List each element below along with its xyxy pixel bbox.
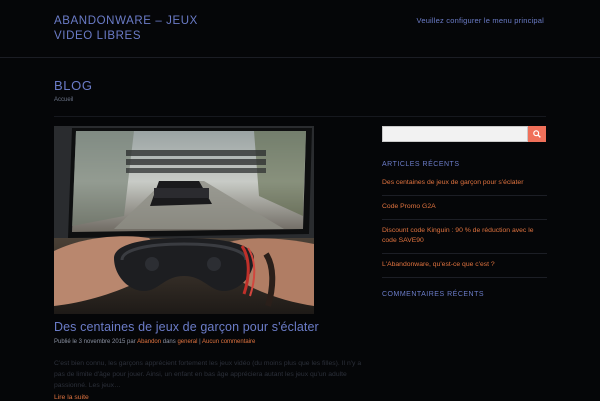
content-divider bbox=[54, 116, 546, 117]
recent-posts-list: Des centaines de jeux de garçon pour s'é… bbox=[382, 172, 547, 278]
featured-image[interactable] bbox=[54, 126, 314, 314]
post-excerpt: C'est bien connu, les garçons apprécient… bbox=[54, 360, 362, 389]
recent-comments-title: COMMENTAIRES RÉCENTS bbox=[382, 291, 485, 298]
featured-image-illustration bbox=[54, 126, 314, 314]
post-comments-link[interactable]: Aucun commentaire bbox=[202, 339, 255, 345]
list-item[interactable]: L'Abandonware, qu'est-ce que c'est ? bbox=[382, 254, 547, 278]
search-icon bbox=[533, 130, 541, 138]
post-meta: Publié le 3 novembre 2015 par Abandon da… bbox=[54, 339, 255, 345]
search-button[interactable] bbox=[528, 126, 546, 142]
header-divider bbox=[0, 57, 600, 58]
page-title: BLOG bbox=[54, 78, 93, 93]
post-date: Publié le 3 novembre 2015 par bbox=[54, 339, 138, 345]
recent-posts-title: ARTICLES RÉCENTS bbox=[382, 161, 460, 168]
list-item[interactable]: Code Promo G2A bbox=[382, 196, 547, 220]
post-category-link[interactable]: general bbox=[177, 339, 197, 345]
list-item[interactable]: Des centaines de jeux de garçon pour s'é… bbox=[382, 172, 547, 196]
breadcrumb[interactable]: Accueil bbox=[54, 97, 73, 103]
post-author-link[interactable]: Abandon bbox=[137, 339, 161, 345]
site-title[interactable]: ABANDONWARE – JEUX VIDEO LIBRES bbox=[54, 14, 204, 44]
menu-notice: Veuillez configurer le menu principal bbox=[416, 16, 544, 25]
post-title[interactable]: Des centaines de jeux de garçon pour s'é… bbox=[54, 320, 319, 334]
list-item[interactable]: Discount code Kinguin : 90 % de réductio… bbox=[382, 220, 547, 254]
search-input[interactable] bbox=[382, 126, 528, 142]
meta-in-text: dans bbox=[161, 339, 178, 345]
